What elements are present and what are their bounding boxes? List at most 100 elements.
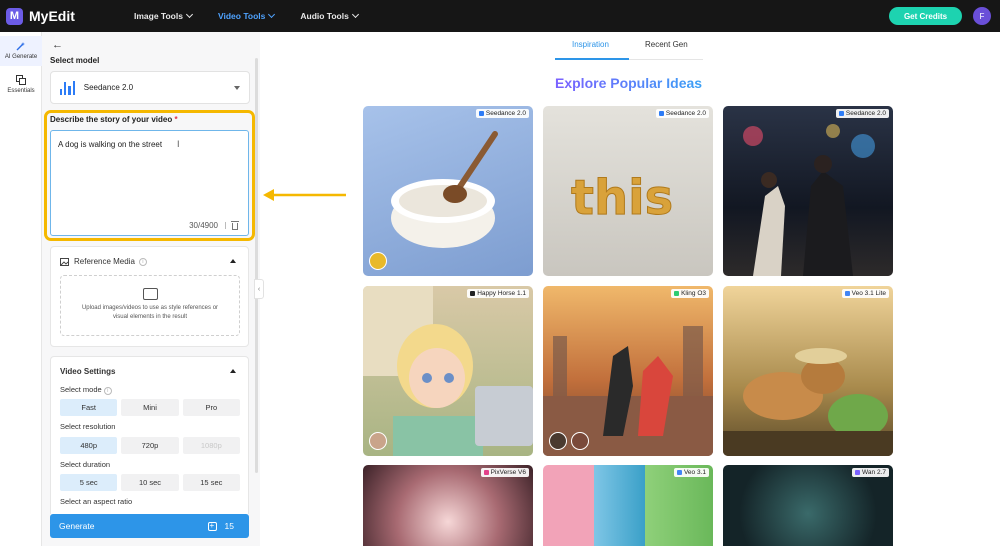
- gallery-tile-toy-city[interactable]: Veo 3.1: [543, 465, 713, 546]
- rail-label: Essentials: [7, 88, 35, 94]
- wand-icon: [16, 42, 25, 51]
- duration-15-button[interactable]: 15 sec: [182, 474, 240, 491]
- pixverse-icon: [483, 470, 489, 475]
- horse-icon: [470, 291, 476, 296]
- prompt-textarea[interactable]: A dog is walking on the street I 30/4900: [50, 130, 249, 236]
- panel-scrollbar[interactable]: [255, 58, 258, 473]
- tab-active-indicator: [555, 58, 629, 60]
- reference-media-card: Reference Media i Upload images/videos t…: [50, 246, 249, 347]
- info-icon[interactable]: i: [103, 387, 112, 395]
- nav-label: Video Tools: [217, 11, 266, 21]
- credit-icon: [207, 521, 217, 531]
- resolution-480p-button[interactable]: 480p: [60, 437, 118, 454]
- reference-media-title: Reference Media: [74, 257, 135, 266]
- brand-name: MyEdit: [29, 8, 75, 24]
- get-credits-button[interactable]: Get Credits: [889, 7, 962, 25]
- badge-label: Wan 2.7: [862, 469, 886, 476]
- video-settings-title[interactable]: Video Settings: [60, 367, 115, 376]
- select-mode-label: Select mode i: [60, 385, 112, 395]
- rail-ai-generate[interactable]: AI Generate: [0, 36, 42, 66]
- select-model-label: Select model: [50, 56, 100, 65]
- caret-down-icon: [234, 86, 240, 90]
- select-mode-text: Select mode: [60, 385, 102, 394]
- model-badge: Veo 3.1: [673, 468, 709, 477]
- duration-10-button[interactable]: 10 sec: [121, 474, 179, 491]
- trash-icon[interactable]: [231, 221, 239, 230]
- prompt-value: A dog is walking on the street: [58, 140, 163, 149]
- model-badge: PixVerse V6: [480, 468, 529, 477]
- chevron-down-icon: [351, 10, 359, 19]
- duration-5-button[interactable]: 5 sec: [60, 474, 118, 491]
- badge-label: Seedance 2.0: [485, 110, 526, 117]
- model-name: Seedance 2.0: [83, 83, 134, 92]
- rail-label: AI Generate: [4, 54, 38, 60]
- gallery-tile-sparkles[interactable]: PixVerse V6: [363, 465, 533, 546]
- model-badge: Veo 3.1 Lite: [841, 289, 889, 298]
- collapse-up-icon[interactable]: [230, 369, 236, 373]
- creator-avatar: [571, 432, 589, 450]
- resolution-720p-button[interactable]: 720p: [121, 437, 179, 454]
- mode-fast-button[interactable]: Fast: [60, 399, 118, 416]
- model-select[interactable]: Seedance 2.0: [50, 71, 250, 104]
- model-badge: Seedance 2.0: [655, 109, 709, 118]
- back-arrow-icon[interactable]: ←: [52, 39, 63, 51]
- gallery-tile-cat-garden[interactable]: Veo 3.1 Lite: [723, 286, 893, 456]
- badge-label: Veo 3.1: [683, 469, 706, 476]
- gallery-tile-cartoon-girl[interactable]: Happy Horse 1.1: [363, 286, 533, 456]
- nav-image-tools[interactable]: Image Tools: [134, 10, 194, 21]
- google-icon: [676, 470, 682, 475]
- gallery-tile-gold-text[interactable]: this Seedance 2.0: [543, 106, 713, 276]
- seedance-icon: [478, 111, 484, 116]
- character-counter: 30/4900: [189, 221, 218, 230]
- info-icon[interactable]: i: [138, 257, 147, 266]
- generate-cost-value: 15: [224, 521, 234, 531]
- cat-in-garden-image: [723, 348, 893, 456]
- badge-label: Kling O3: [681, 290, 706, 297]
- badge-label: Happy Horse 1.1: [477, 290, 526, 297]
- gallery-tile-rainy-city[interactable]: Seedance 2.0: [723, 106, 893, 276]
- content-tabs: Inspiration Recent Gen: [555, 40, 703, 60]
- rooftop-fight-image: [543, 326, 713, 456]
- nav-video-tools[interactable]: Video Tools: [217, 10, 276, 21]
- model-badge: Kling O3: [671, 289, 709, 298]
- select-duration-label: Select duration: [60, 460, 111, 469]
- seedance-icon: [838, 111, 844, 116]
- rail-essentials[interactable]: Essentials: [0, 72, 42, 102]
- text-cursor-icon: I: [177, 139, 180, 149]
- nav-audio-tools[interactable]: Audio Tools: [300, 10, 359, 21]
- page-title: Explore Popular Ideas: [555, 75, 703, 91]
- svg-text:this: this: [571, 170, 673, 226]
- layers-icon: [16, 75, 26, 85]
- generate-button[interactable]: Generate 15: [50, 514, 249, 538]
- collapse-up-icon[interactable]: [230, 259, 236, 263]
- brand-logo[interactable]: M MyEdit: [6, 7, 116, 25]
- tab-inspiration[interactable]: Inspiration: [572, 40, 609, 49]
- resolution-selector: 480p 720p 1080p: [60, 437, 240, 454]
- model-badge: Wan 2.7: [852, 468, 889, 477]
- upload-dropzone[interactable]: Upload images/videos to use as style ref…: [60, 275, 240, 336]
- collapse-panel-chevron-left-icon[interactable]: ‹: [254, 279, 264, 299]
- mode-mini-button[interactable]: Mini: [121, 399, 179, 416]
- model-badge: Happy Horse 1.1: [467, 289, 529, 298]
- cartoon-girl-laptop-image: [363, 286, 533, 456]
- gallery-tile-flour-bowl[interactable]: Seedance 2.0: [363, 106, 533, 276]
- gallery-tile-glowing-forest[interactable]: Wan 2.7: [723, 465, 893, 546]
- gallery-tile-rooftop-fight[interactable]: Kling O3: [543, 286, 713, 456]
- user-avatar[interactable]: F: [973, 7, 991, 25]
- reference-media-header[interactable]: Reference Media i: [60, 257, 147, 266]
- media-icon: [60, 258, 69, 266]
- gold-text-image: this: [571, 170, 674, 227]
- badge-label: Veo 3.1 Lite: [851, 290, 886, 297]
- badge-label: Seedance 2.0: [665, 110, 706, 117]
- select-resolution-label: Select resolution: [60, 422, 116, 431]
- mode-pro-button[interactable]: Pro: [182, 399, 240, 416]
- seedance-logo-icon: [60, 80, 75, 95]
- model-badge: Seedance 2.0: [475, 109, 529, 118]
- rainy-city-couple-image: [743, 124, 875, 276]
- main-nav: Image Tools Video Tools Audio Tools: [134, 10, 384, 21]
- creator-avatar: [369, 252, 387, 270]
- kling-icon: [674, 291, 680, 296]
- required-mark: *: [174, 115, 178, 124]
- tab-recent-gen[interactable]: Recent Gen: [645, 40, 688, 49]
- seedance-icon: [658, 111, 664, 116]
